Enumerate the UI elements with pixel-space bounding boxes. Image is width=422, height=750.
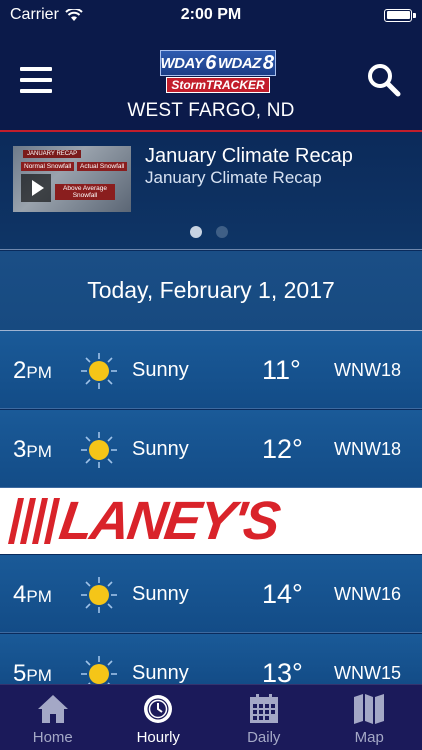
hour-condition: Sunny: [132, 583, 189, 605]
page-dot-2[interactable]: [216, 226, 228, 238]
battery-level: [386, 11, 410, 19]
hour-wind: WNW18: [334, 439, 401, 459]
hour-number: 4: [13, 581, 27, 608]
thumbnail-label-above: Above Average Snowfall: [55, 184, 115, 200]
video-title[interactable]: January Climate Recap: [145, 145, 353, 168]
menu-icon-bar: [20, 89, 52, 93]
tab-daily[interactable]: Daily: [211, 685, 317, 750]
hour-temperature: 11°: [262, 355, 301, 385]
hourly-row[interactable]: 2PM Sunny 11° WNW18: [0, 331, 422, 409]
map-icon: [354, 694, 385, 724]
status-left: Carrier: [10, 6, 83, 24]
tab-hourly[interactable]: Hourly: [106, 685, 212, 750]
logo-wday: WDAY: [160, 54, 204, 72]
search-button[interactable]: [366, 62, 402, 98]
logo-num-6: 6: [205, 51, 216, 74]
page-dot-1[interactable]: [190, 226, 202, 238]
video-subtitle: January Climate Recap: [145, 168, 322, 187]
play-icon[interactable]: [21, 174, 51, 202]
logo-stations: WDAY 6 WDAZ 8: [160, 50, 276, 76]
stormtracker-logo: WDAY 6 WDAZ 8 StormTRACKER: [160, 50, 276, 96]
sunny-icon: [81, 432, 117, 468]
hour-condition: Sunny: [132, 359, 189, 381]
tab-hourly-label: Hourly: [136, 729, 180, 746]
date-header: Today, February 1, 2017: [0, 251, 422, 331]
thumbnail-label-actual: Actual Snowfall: [77, 162, 128, 171]
tab-daily-label: Daily: [247, 729, 281, 746]
wifi-icon: [65, 8, 83, 21]
hour-ampm: PM: [26, 587, 52, 606]
thumbnail-tag: JANUARY RECAP: [23, 150, 82, 158]
hourly-row[interactable]: 4PM Sunny 14° WNW16: [0, 555, 422, 633]
battery-icon: [384, 8, 416, 22]
tab-map-label: Map: [354, 729, 384, 746]
menu-icon: [20, 67, 52, 71]
hour-temperature: 12°: [262, 434, 303, 464]
hour-time: 3PM: [13, 436, 52, 464]
hour-ampm: PM: [26, 363, 52, 382]
page-indicator: [190, 226, 228, 238]
hour-wind: WNW15: [334, 663, 401, 683]
calendar-icon: [249, 694, 278, 723]
logo-num-8: 8: [262, 51, 274, 74]
tab-home[interactable]: Home: [0, 685, 106, 750]
date-label: Today, February 1, 2017: [87, 277, 335, 303]
hour-wind: WNW18: [334, 360, 401, 380]
hourly-row[interactable]: 5PM Sunny 13° WNW15: [0, 634, 422, 692]
thumbnail-label-normal: Normal Snowfall: [21, 162, 75, 171]
logo-stormtracker: StormTRACKER: [166, 77, 270, 93]
location-label: WEST FARGO, ND: [127, 100, 295, 121]
logo-wdaz: WDAZ: [217, 54, 262, 72]
hour-number: 3: [13, 436, 27, 463]
hour-wind: WNW16: [334, 584, 401, 604]
ad-brand-text: LANEY'S: [55, 491, 283, 551]
hour-ampm: PM: [26, 442, 52, 461]
tab-map[interactable]: Map: [317, 685, 422, 750]
hour-number: 5: [13, 660, 27, 687]
hour-number: 2: [13, 357, 27, 384]
hour-condition: Sunny: [132, 438, 189, 460]
hour-time: 2PM: [13, 357, 52, 385]
video-thumbnail[interactable]: JANUARY RECAP Normal Snowfall Actual Sno…: [13, 146, 131, 212]
sunny-icon: [81, 577, 117, 613]
tab-bar: Home Hourly Daily Map: [0, 684, 422, 750]
tab-home-label: Home: [32, 729, 73, 746]
hour-temperature: 14°: [262, 579, 303, 609]
hourly-row[interactable]: 3PM Sunny 12° WNW18: [0, 410, 422, 488]
search-icon: [368, 64, 401, 97]
home-icon: [37, 695, 68, 723]
sunny-icon: [81, 353, 117, 389]
menu-icon-bar: [20, 78, 52, 82]
hour-ampm: PM: [26, 666, 52, 685]
video-carousel[interactable]: JANUARY RECAP Normal Snowfall Actual Sno…: [0, 132, 422, 250]
hour-time: 4PM: [13, 581, 52, 609]
status-bar: Carrier 2:00 PM: [0, 0, 422, 30]
ad-banner[interactable]: LANEY'S: [0, 488, 422, 554]
menu-button[interactable]: [20, 67, 54, 93]
hour-condition: Sunny: [132, 662, 189, 684]
clock-icon: [144, 695, 173, 723]
app-header: WDAY 6 WDAZ 8 StormTRACKER WEST FARGO, N…: [0, 30, 422, 132]
carrier-label: Carrier: [10, 6, 59, 23]
